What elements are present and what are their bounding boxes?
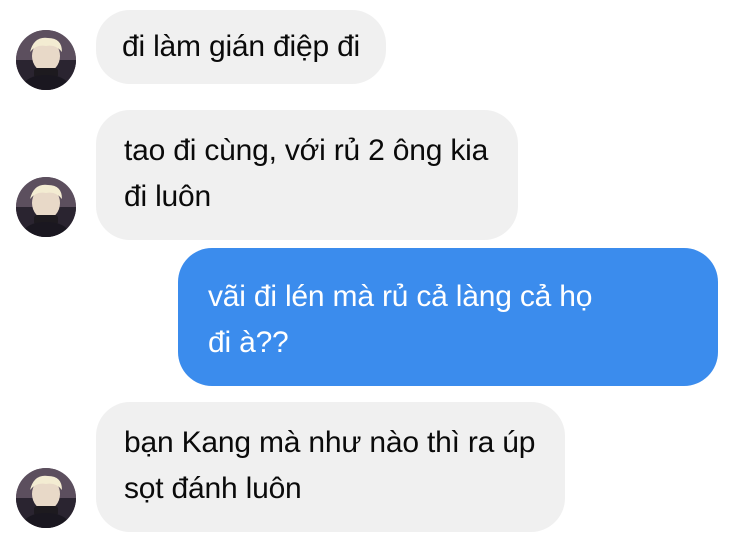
contact-avatar[interactable] — [16, 30, 76, 90]
message-text-line: đi à?? — [208, 326, 289, 359]
contact-avatar[interactable] — [16, 177, 76, 237]
message-text-line: bạn Kang mà như nào thì ra úp — [124, 426, 536, 459]
message-text-line: tao đi cùng, với rủ 2 ông kia — [124, 134, 489, 167]
message-bubble-incoming[interactable]: bạn Kang mà như nào thì ra úp sọt đánh l… — [96, 402, 566, 532]
message-bubble-incoming[interactable]: tao đi cùng, với rủ 2 ông kia đi luôn — [96, 110, 519, 240]
message-bubble-outgoing[interactable]: vãi đi lén mà rủ cả làng cả họ đi à?? — [178, 248, 718, 386]
message-text-line: vãi đi lén mà rủ cả làng cả họ — [208, 280, 593, 313]
contact-avatar[interactable] — [16, 468, 76, 528]
message-text-line: đi luôn — [124, 180, 212, 213]
message-text: đi làm gián điệp đi — [122, 30, 361, 63]
message-text-line: sọt đánh luôn — [124, 472, 302, 505]
message-bubble-incoming[interactable]: đi làm gián điệp đi — [96, 10, 387, 84]
